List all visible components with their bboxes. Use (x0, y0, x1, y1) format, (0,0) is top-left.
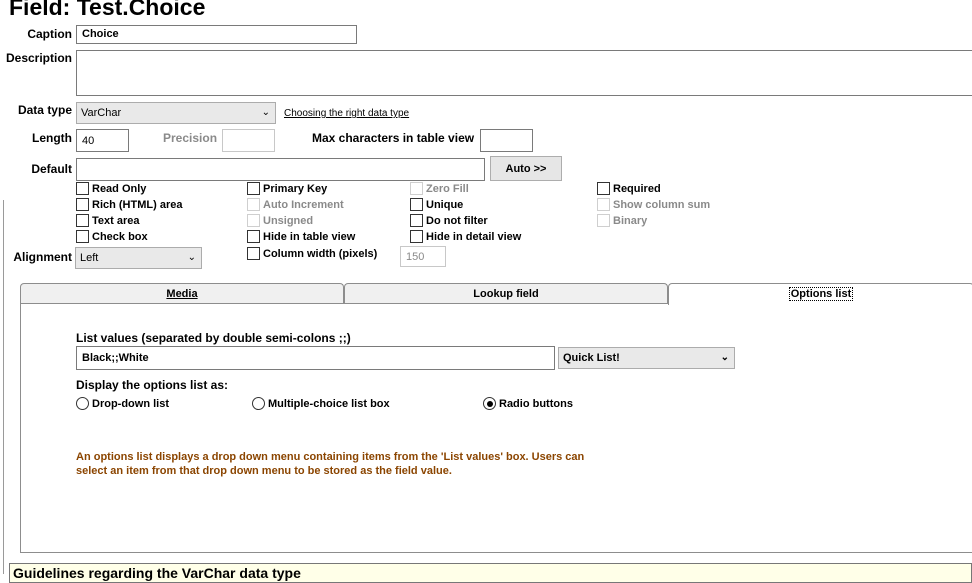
radio-multiple-label: Multiple-choice list box (268, 398, 390, 410)
description-label: Description (5, 51, 72, 65)
checkbox-box[interactable] (247, 247, 260, 260)
rich-html-checkbox[interactable]: Rich (HTML) area (76, 198, 182, 212)
info-line-1: An options list displays a drop down men… (76, 451, 585, 463)
text-area-checkbox[interactable]: Text area (76, 214, 140, 228)
unsigned-checkbox: Unsigned (247, 214, 313, 228)
tab-media[interactable]: Media (20, 283, 344, 304)
radio-circle-selected[interactable] (483, 397, 496, 410)
radio-radio-buttons[interactable]: Radio buttons (483, 397, 573, 410)
chevron-down-icon: ⌄ (720, 352, 729, 363)
info-line-2: select an item from that drop down menu … (76, 465, 452, 477)
unique-checkbox[interactable]: Unique (410, 198, 463, 212)
list-values-input[interactable]: Black;;White (76, 346, 555, 370)
guidelines-box: Guidelines regarding the VarChar data ty… (9, 563, 972, 583)
alignment-select[interactable]: Left ⌄ (75, 247, 202, 269)
tab-lookup-field[interactable]: Lookup field (344, 283, 668, 304)
checkbox-box[interactable] (410, 230, 423, 243)
data-type-help-link[interactable]: Choosing the right data type (284, 108, 409, 119)
checkbox-box (410, 182, 423, 195)
chevron-down-icon: ⌄ (261, 107, 270, 118)
checkbox-box[interactable] (76, 230, 89, 243)
checkbox-box[interactable] (76, 214, 89, 227)
checkbox-box (597, 214, 610, 227)
description-textarea[interactable] (76, 50, 972, 96)
max-chars-label: Max characters in table view (312, 131, 475, 145)
show-column-sum-label: Show column sum (613, 199, 711, 211)
checkbox-box[interactable] (76, 182, 89, 195)
tab-lookup-label: Lookup field (473, 288, 539, 300)
max-chars-input[interactable] (480, 129, 533, 152)
default-label: Default (31, 162, 72, 176)
tab-options-list[interactable]: Options list (668, 283, 972, 305)
hide-table-view-label: Hide in table view (263, 231, 356, 243)
do-not-filter-label: Do not filter (426, 215, 488, 227)
checkbox-box[interactable] (597, 182, 610, 195)
auto-button[interactable]: Auto >> (490, 156, 562, 181)
checkbox-box (247, 214, 260, 227)
page-title: Field: Test.Choice (9, 0, 206, 20)
binary-label: Binary (613, 215, 648, 227)
radio-multiple-choice[interactable]: Multiple-choice list box (252, 397, 390, 410)
list-values-label: List values (separated by double semi-co… (76, 331, 351, 345)
length-input[interactable]: 40 (76, 129, 129, 152)
read-only-checkbox[interactable]: Read Only (76, 182, 146, 196)
display-as-label: Display the options list as: (76, 378, 229, 392)
check-box-checkbox[interactable]: Check box (76, 230, 148, 244)
checkbox-box[interactable] (247, 182, 260, 195)
primary-key-label: Primary Key (263, 183, 328, 195)
alignment-value: Left (80, 252, 99, 264)
tab-media-label: Media (166, 288, 198, 300)
do-not-filter-checkbox[interactable]: Do not filter (410, 214, 488, 228)
column-width-label: Column width (pixels) (263, 248, 378, 260)
precision-input (222, 129, 275, 152)
read-only-label: Read Only (92, 183, 147, 195)
length-label: Length (32, 131, 72, 145)
unique-label: Unique (426, 199, 464, 211)
check-box-label: Check box (92, 231, 148, 243)
checkbox-box[interactable] (247, 230, 260, 243)
required-label: Required (613, 183, 661, 195)
data-type-label: Data type (17, 103, 72, 117)
caption-input[interactable]: Choice (76, 25, 357, 44)
auto-increment-checkbox: Auto Increment (247, 198, 344, 212)
alignment-label: Alignment (13, 250, 72, 264)
data-type-value: VarChar (81, 107, 122, 119)
checkbox-box[interactable] (76, 198, 89, 211)
required-checkbox[interactable]: Required (597, 182, 661, 196)
checkbox-box (597, 198, 610, 211)
show-column-sum-checkbox: Show column sum (597, 198, 710, 212)
primary-key-checkbox[interactable]: Primary Key (247, 182, 327, 196)
frame-border (3, 200, 4, 574)
checkbox-box[interactable] (410, 198, 423, 211)
default-input[interactable] (76, 158, 485, 181)
checkbox-box[interactable] (410, 214, 423, 227)
precision-label: Precision (163, 131, 218, 145)
data-type-select[interactable]: VarChar ⌄ (76, 102, 276, 124)
radio-circle[interactable] (76, 397, 89, 410)
quick-list-select[interactable]: Quick List! ⌄ (558, 347, 735, 369)
column-width-input: 150 (400, 246, 446, 267)
unsigned-label: Unsigned (263, 215, 314, 227)
options-info-text: An options list displays a drop down men… (76, 450, 584, 478)
text-area-label: Text area (92, 215, 140, 227)
zero-fill-label: Zero Fill (426, 183, 469, 195)
radio-drop-down-label: Drop-down list (92, 398, 169, 410)
rich-html-label: Rich (HTML) area (92, 199, 183, 211)
column-width-checkbox[interactable]: Column width (pixels) (247, 247, 377, 261)
zero-fill-checkbox: Zero Fill (410, 182, 469, 196)
radio-circle[interactable] (252, 397, 265, 410)
tab-options-label: Options list (788, 287, 854, 301)
binary-checkbox: Binary (597, 214, 647, 228)
hide-detail-view-checkbox[interactable]: Hide in detail view (410, 230, 521, 244)
caption-label: Caption (27, 27, 72, 41)
quick-list-value: Quick List! (563, 352, 620, 364)
chevron-down-icon: ⌄ (187, 252, 196, 263)
checkbox-box (247, 198, 260, 211)
radio-drop-down-list[interactable]: Drop-down list (76, 397, 169, 410)
hide-detail-view-label: Hide in detail view (426, 231, 522, 243)
hide-table-view-checkbox[interactable]: Hide in table view (247, 230, 355, 244)
radio-buttons-label: Radio buttons (499, 398, 573, 410)
auto-increment-label: Auto Increment (263, 199, 344, 211)
